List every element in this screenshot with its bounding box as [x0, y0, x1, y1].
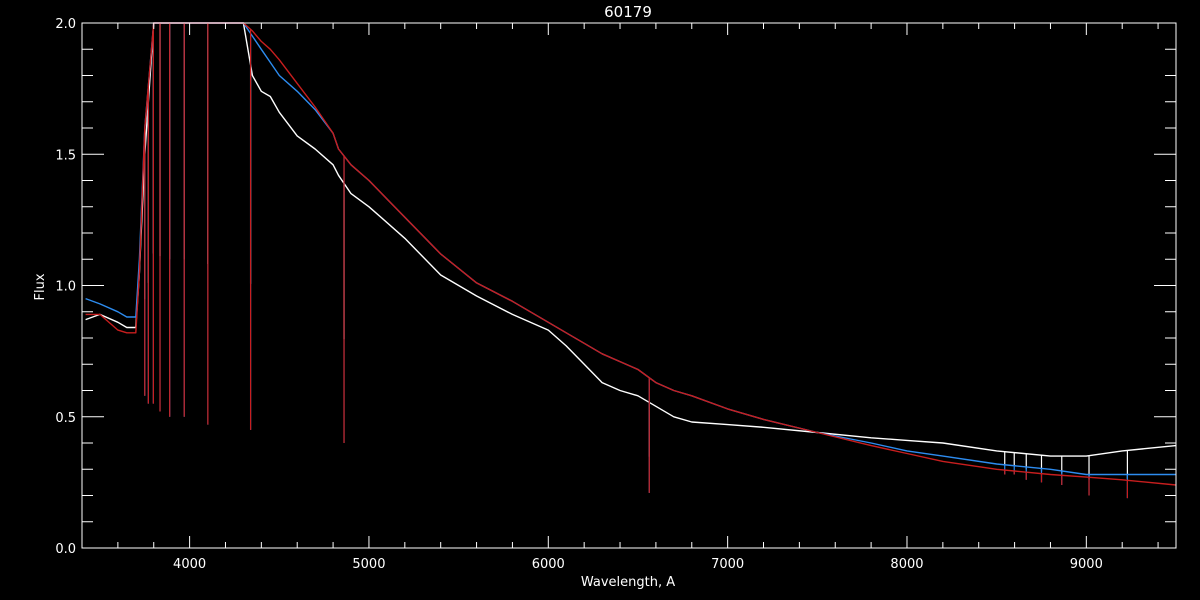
y-tick-label: 1.5 [55, 148, 76, 163]
x-tick-label: 4000 [173, 557, 206, 572]
y-tick-label: 0.5 [55, 411, 76, 426]
y-tick-label: 0.0 [55, 542, 76, 557]
x-tick-label: 5000 [352, 557, 385, 572]
y-axis-title: Flux [33, 273, 48, 300]
y-tick-label: 2.0 [55, 17, 76, 32]
x-tick-label: 9000 [1070, 557, 1103, 572]
chart-background [0, 0, 1200, 600]
x-tick-label: 8000 [890, 557, 923, 572]
x-tick-label: 6000 [532, 557, 565, 572]
x-axis-title: Wavelength, A [581, 575, 675, 590]
chart-title: 60179 [604, 3, 652, 21]
y-tick-label: 1.0 [55, 280, 76, 295]
x-tick-label: 7000 [711, 557, 744, 572]
spectrum-chart: 60179 4000 5000 6000 7000 8000 9000 0.0 0.5 1.0 1… [0, 0, 1200, 600]
